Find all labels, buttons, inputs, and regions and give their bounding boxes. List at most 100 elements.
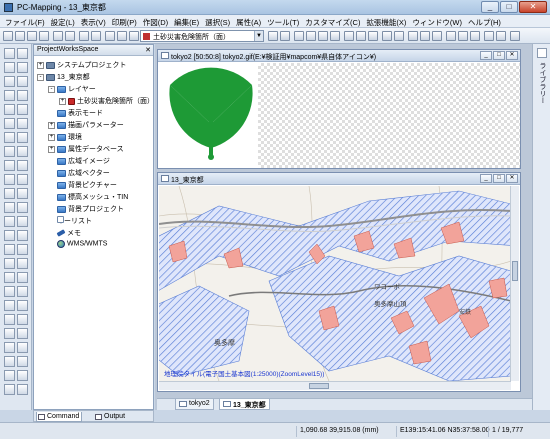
- print-icon[interactable]: [53, 31, 63, 41]
- collapse-icon[interactable]: -: [48, 85, 55, 93]
- curve-tool-icon[interactable]: [4, 216, 15, 227]
- menu-attribute[interactable]: 属性(A): [233, 15, 264, 27]
- close-button[interactable]: ✕: [519, 1, 547, 13]
- tree-node-keylist[interactable]: キーリスト: [48, 216, 92, 226]
- layer-select[interactable]: 土砂災害危険箇所（面） ▼: [140, 30, 264, 42]
- zoom-all-icon[interactable]: [318, 31, 328, 41]
- tree-node-system-project[interactable]: + システムプロジェクト: [37, 60, 126, 70]
- maximize-button[interactable]: □: [500, 1, 518, 13]
- line-icon[interactable]: [470, 31, 480, 41]
- save-all-icon[interactable]: [39, 31, 49, 41]
- move-tool-icon[interactable]: [4, 160, 15, 171]
- menu-print[interactable]: 印刷(P): [109, 15, 140, 27]
- lock-tool-icon[interactable]: [4, 314, 15, 325]
- chart-tool-icon[interactable]: [17, 370, 28, 381]
- copy-tool-icon[interactable]: [17, 160, 28, 171]
- select-icon[interactable]: [105, 31, 115, 41]
- script-tool-icon[interactable]: [17, 356, 28, 367]
- circle-tool-icon[interactable]: [17, 104, 28, 115]
- scroll-thumb[interactable]: [512, 261, 518, 281]
- layer-props-icon[interactable]: [280, 31, 290, 41]
- settings-tool-icon[interactable]: [4, 342, 15, 353]
- flag-tool-icon[interactable]: [17, 272, 28, 283]
- menu-help[interactable]: ヘルプ(H): [465, 15, 504, 27]
- image-icon[interactable]: [408, 31, 418, 41]
- maximize-button[interactable]: □: [493, 51, 505, 60]
- tab-tokyo2[interactable]: tokyo2: [175, 399, 214, 410]
- close-button[interactable]: ✕: [506, 51, 518, 60]
- map-window-titlebar[interactable]: 13_東京都 _ □ ✕: [158, 173, 520, 185]
- query-tool-icon[interactable]: [17, 258, 28, 269]
- pan-icon[interactable]: [294, 31, 304, 41]
- label-tool-icon[interactable]: [17, 202, 28, 213]
- tab-13-tokyo[interactable]: 13_東京都: [219, 399, 270, 410]
- road-tool-icon[interactable]: [4, 286, 15, 297]
- text-tool-icon[interactable]: [4, 118, 15, 129]
- rect-tool-icon[interactable]: [4, 104, 15, 115]
- rotate-tool-icon[interactable]: [17, 62, 28, 73]
- scroll-thumb[interactable]: [309, 383, 329, 389]
- expand-icon[interactable]: +: [59, 97, 66, 105]
- expand-icon[interactable]: +: [37, 61, 44, 69]
- zoom-out-icon[interactable]: [91, 31, 101, 41]
- tree-node-hazard-layer[interactable]: + 土砂災害危険箇所（面）: [59, 96, 154, 106]
- menu-file[interactable]: ファイル(F): [2, 15, 48, 27]
- tile-icon[interactable]: [420, 31, 430, 41]
- wms-icon[interactable]: [432, 31, 442, 41]
- chevron-down-icon[interactable]: ▼: [254, 31, 263, 41]
- menu-select[interactable]: 選択(S): [202, 15, 233, 27]
- hand-tool-icon[interactable]: [17, 48, 28, 59]
- polygon-tool-icon[interactable]: [17, 90, 28, 101]
- line-tool-icon[interactable]: [17, 76, 28, 87]
- snap-tool-icon[interactable]: [4, 188, 15, 199]
- unlink-tool-icon[interactable]: [17, 244, 28, 255]
- measure-icon[interactable]: [368, 31, 378, 41]
- measure-tool-icon[interactable]: [17, 188, 28, 199]
- tree-node-wms[interactable]: WMS/WMTS: [48, 240, 107, 250]
- target-tool-icon[interactable]: [4, 300, 15, 311]
- minimize-button[interactable]: _: [480, 174, 492, 183]
- zoom-prev-icon[interactable]: [330, 31, 340, 41]
- text-icon[interactable]: [496, 31, 506, 41]
- expand-icon[interactable]: +: [48, 133, 55, 141]
- image-window-titlebar[interactable]: tokyo2 [50:50:8] tokyo2.gif(E:¥検証用¥mapco…: [158, 50, 520, 62]
- menu-tools[interactable]: ツール(T): [264, 15, 302, 27]
- grid-tool-icon[interactable]: [17, 300, 28, 311]
- point-icon[interactable]: [458, 31, 468, 41]
- merge-tool-icon[interactable]: [4, 146, 15, 157]
- library-side-panel[interactable]: ライブラリー: [532, 44, 550, 410]
- tree-node-bg-project[interactable]: 背景プロジェクト: [48, 204, 124, 214]
- menu-customize[interactable]: カスタマイズ(C): [302, 15, 363, 27]
- expand-icon[interactable]: +: [48, 121, 55, 129]
- layer-tool-icon[interactable]: [17, 314, 28, 325]
- area-tool-icon[interactable]: [4, 202, 15, 213]
- maximize-button[interactable]: □: [493, 174, 505, 183]
- minimize-button[interactable]: _: [481, 1, 499, 13]
- tree-node-bg-picture[interactable]: 背景ピクチャー: [48, 180, 117, 190]
- tree-node-environment[interactable]: + 環境: [48, 132, 82, 142]
- tab-output[interactable]: Output: [94, 412, 127, 422]
- polygon-icon[interactable]: [484, 31, 494, 41]
- check-tool-icon[interactable]: [4, 370, 15, 381]
- link-tool-icon[interactable]: [4, 244, 15, 255]
- menu-window[interactable]: ウィンドウ(W): [409, 15, 465, 27]
- redraw-icon[interactable]: [344, 31, 354, 41]
- tree-node-tokyo[interactable]: -13_東京都: [37, 72, 90, 82]
- close-button[interactable]: ✕: [506, 174, 518, 183]
- polyline-tool-icon[interactable]: [4, 90, 15, 101]
- tree-node-layer[interactable]: - レイヤー: [48, 84, 96, 94]
- arrow-tool-icon[interactable]: [4, 48, 15, 59]
- menu-settings[interactable]: 設定(L): [48, 15, 78, 27]
- river-tool-icon[interactable]: [17, 286, 28, 297]
- tree-node-display-mode[interactable]: 表示モード: [48, 108, 103, 118]
- extra2-tool-icon[interactable]: [17, 384, 28, 395]
- map-vertical-scrollbar[interactable]: [510, 186, 519, 381]
- layer-add-icon[interactable]: [268, 31, 278, 41]
- symbol-tool-icon[interactable]: [17, 118, 28, 129]
- tree-node-wide-vector[interactable]: 広域ベクター: [48, 168, 110, 178]
- close-icon[interactable]: ✕: [145, 46, 151, 54]
- photo-tool-icon[interactable]: [4, 328, 15, 339]
- arc-tool-icon[interactable]: [17, 216, 28, 227]
- tree-node-memo[interactable]: メモ: [48, 228, 81, 238]
- info-tool-icon[interactable]: [4, 258, 15, 269]
